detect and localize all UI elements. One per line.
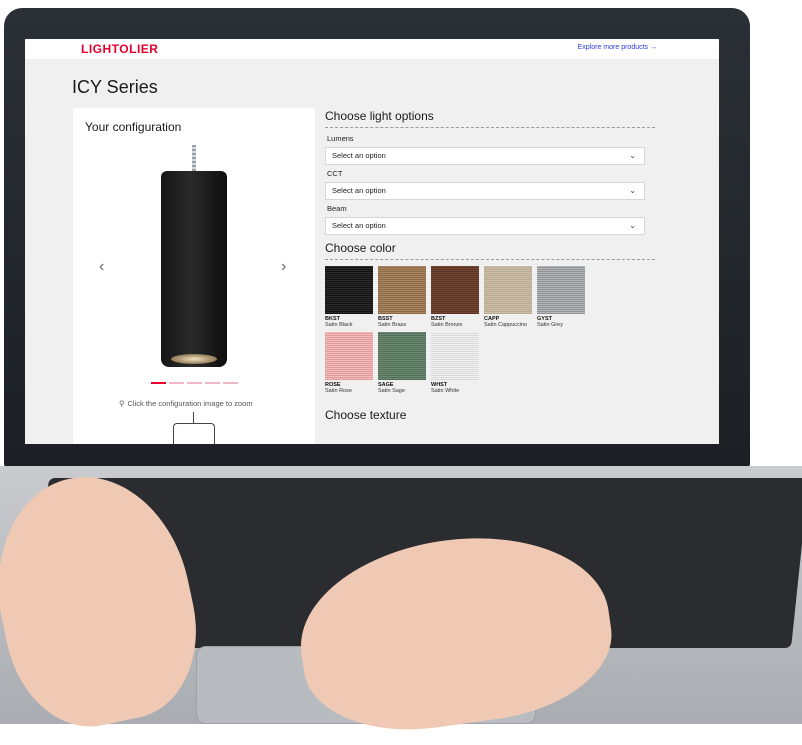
zoom-hint-text: Click the configuration image to zoom bbox=[127, 399, 253, 408]
color-option-whst[interactable]: WHST Satin White bbox=[431, 332, 479, 394]
chevron-down-icon: ⌄ bbox=[629, 221, 636, 230]
chevron-right-icon[interactable]: › bbox=[281, 258, 286, 276]
beam-label: Beam bbox=[327, 204, 347, 213]
page-title: ICY Series bbox=[72, 77, 158, 97]
lumens-select[interactable]: Select an option ⌄ bbox=[325, 147, 645, 165]
pendant-light-image[interactable] bbox=[161, 171, 227, 367]
swatch-name: Satin White bbox=[431, 388, 460, 394]
color-option-gyst[interactable]: GYST Satin Grey bbox=[537, 266, 585, 328]
lumens-select-value: Select an option bbox=[332, 151, 386, 160]
color-swatch[interactable] bbox=[484, 266, 532, 314]
color-swatch[interactable] bbox=[431, 332, 479, 380]
color-swatch[interactable] bbox=[537, 266, 585, 314]
pendant-lens-image bbox=[171, 354, 217, 364]
color-swatch[interactable] bbox=[431, 266, 479, 314]
configuration-panel: Your configuration ‹ › ⚲ Click the config… bbox=[73, 108, 315, 444]
color-title: Choose color bbox=[325, 241, 655, 260]
swatch-name: Satin Brass bbox=[378, 322, 407, 328]
color-option-sage[interactable]: SAGE Satin Sage bbox=[378, 332, 426, 394]
swatch-name: Satin Bronze bbox=[431, 322, 463, 328]
light-options-title: Choose light options bbox=[325, 109, 655, 128]
color-swatch-grid: BKST Satin Black BSST Satin Brass BZST S… bbox=[325, 266, 655, 394]
options-panel: Choose light options Lumens Select an op… bbox=[325, 109, 655, 432]
swatch-name: Satin Cappuccino bbox=[484, 322, 528, 328]
carousel-dot[interactable] bbox=[151, 382, 166, 384]
chevron-left-icon[interactable]: ‹ bbox=[99, 258, 104, 276]
cct-select-value: Select an option bbox=[332, 186, 386, 195]
texture-title: Choose texture bbox=[325, 408, 407, 422]
brand-logo[interactable]: LIGHTOLIER bbox=[81, 42, 158, 56]
carousel-dot[interactable] bbox=[223, 382, 238, 384]
carousel-dot[interactable] bbox=[187, 382, 202, 384]
pendant-cable-image bbox=[192, 145, 196, 173]
chevron-down-icon: ⌄ bbox=[629, 186, 636, 195]
beam-select-value: Select an option bbox=[332, 221, 386, 230]
swatch-name: Satin Sage bbox=[378, 388, 405, 394]
swatch-name: Satin Rose bbox=[325, 388, 352, 394]
swatch-name: Satin Grey bbox=[537, 322, 563, 328]
zoom-hint: ⚲ Click the configuration image to zoom bbox=[119, 399, 253, 408]
configuration-title: Your configuration bbox=[85, 120, 182, 134]
color-swatch[interactable] bbox=[325, 332, 373, 380]
magnifier-icon: ⚲ bbox=[119, 399, 125, 408]
browser-screen: LIGHTOLIER Explore more products → ICY S… bbox=[25, 39, 719, 444]
top-navigation-bar: LIGHTOLIER Explore more products → bbox=[25, 39, 719, 59]
color-option-rose[interactable]: ROSE Satin Rose bbox=[325, 332, 373, 394]
color-swatch[interactable] bbox=[325, 266, 373, 314]
dimension-drawing-cable bbox=[193, 412, 194, 423]
carousel-indicators bbox=[151, 382, 238, 384]
beam-select[interactable]: Select an option ⌄ bbox=[325, 217, 645, 235]
carousel-dot[interactable] bbox=[169, 382, 184, 384]
color-option-bkst[interactable]: BKST Satin Black bbox=[325, 266, 373, 328]
color-swatch[interactable] bbox=[378, 266, 426, 314]
color-option-bzst[interactable]: BZST Satin Bronze bbox=[431, 266, 479, 328]
lumens-label: Lumens bbox=[327, 134, 354, 143]
color-option-capp[interactable]: CAPP Satin Cappuccino bbox=[484, 266, 532, 328]
color-swatch[interactable] bbox=[378, 332, 426, 380]
carousel-dot[interactable] bbox=[205, 382, 220, 384]
chevron-down-icon: ⌄ bbox=[629, 151, 636, 160]
dimension-drawing bbox=[173, 423, 215, 444]
explore-products-link[interactable]: Explore more products → bbox=[578, 44, 657, 51]
color-option-bsst[interactable]: BSST Satin Brass bbox=[378, 266, 426, 328]
cct-label: CCT bbox=[327, 169, 343, 178]
cct-select[interactable]: Select an option ⌄ bbox=[325, 182, 645, 200]
swatch-name: Satin Black bbox=[325, 322, 353, 328]
